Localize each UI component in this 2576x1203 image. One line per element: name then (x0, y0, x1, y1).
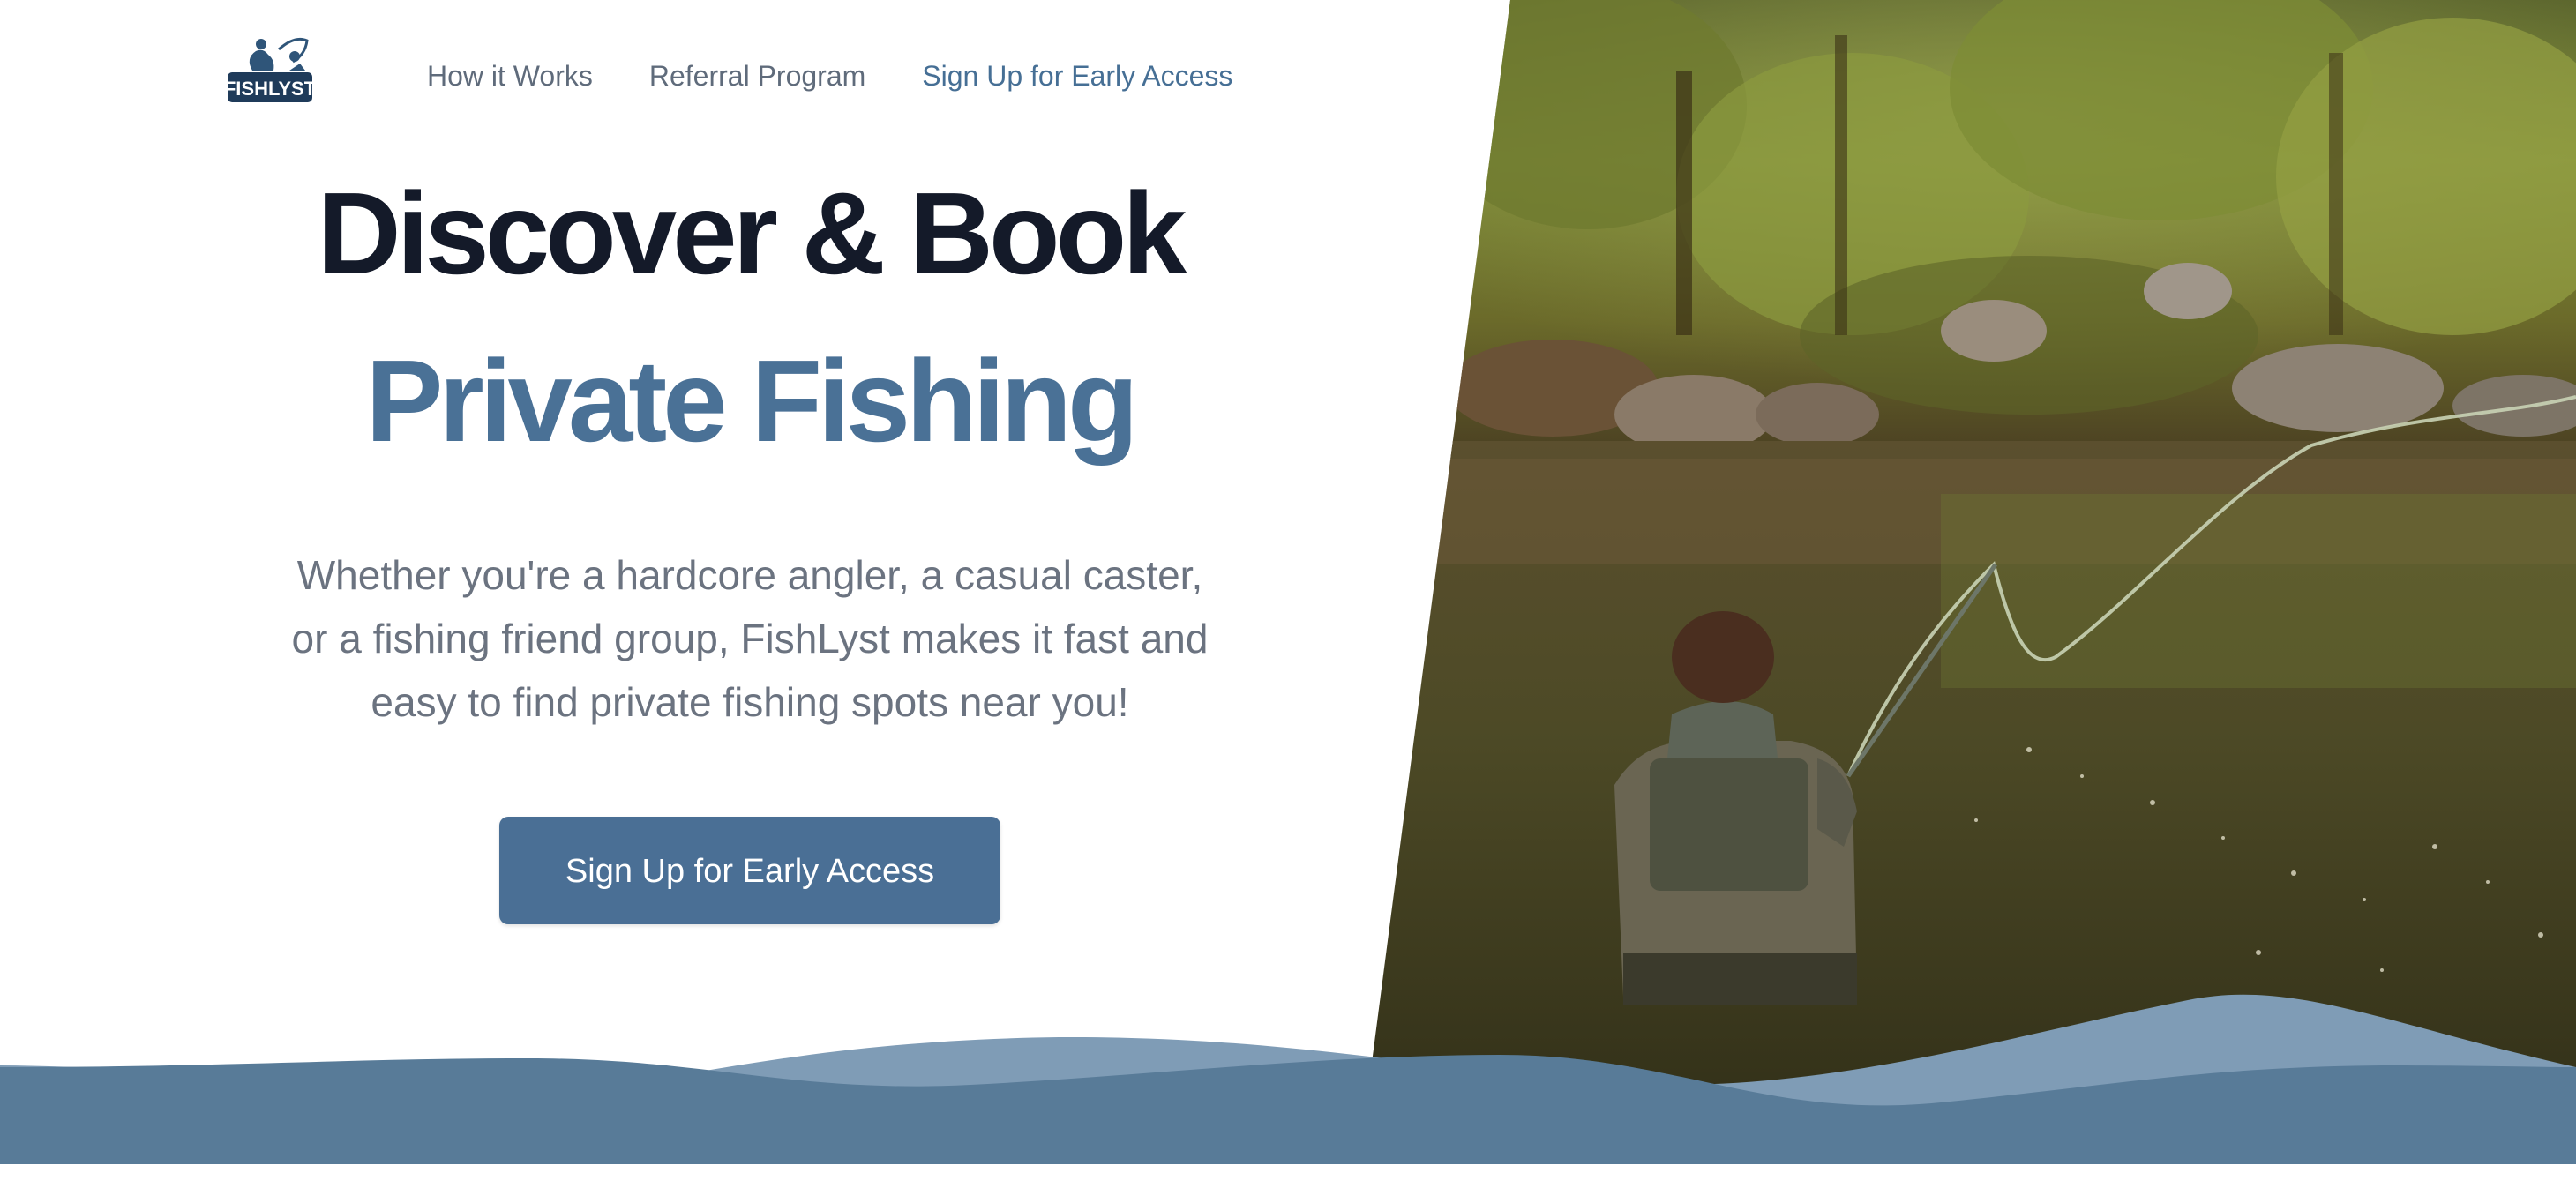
fisherman-icon (249, 49, 274, 71)
headline-primary: Discover & Book (317, 168, 1187, 298)
landing-page: FISHLYST How it Works Referral Program S… (0, 0, 2576, 1203)
headline-secondary: Private Fishing (365, 336, 1138, 466)
hero-text: Discover & Book Private Fishing Whether … (221, 168, 1279, 734)
svg-text:FISHLYST: FISHLYST (226, 78, 314, 100)
wave-divider (0, 994, 2576, 1164)
fishlyst-logo[interactable]: FISHLYST (224, 32, 317, 104)
nav-referral-program[interactable]: Referral Program (649, 58, 865, 93)
sign-up-early-access-button[interactable]: Sign Up for Early Access (499, 817, 1000, 924)
main-nav: How it Works Referral Program Sign Up fo… (427, 58, 1232, 93)
nav-sign-up-early-access[interactable]: Sign Up for Early Access (922, 58, 1232, 93)
hero-subtitle: Whether you're a hardcore angler, a casu… (291, 552, 1209, 725)
nav-how-it-works[interactable]: How it Works (427, 58, 593, 93)
